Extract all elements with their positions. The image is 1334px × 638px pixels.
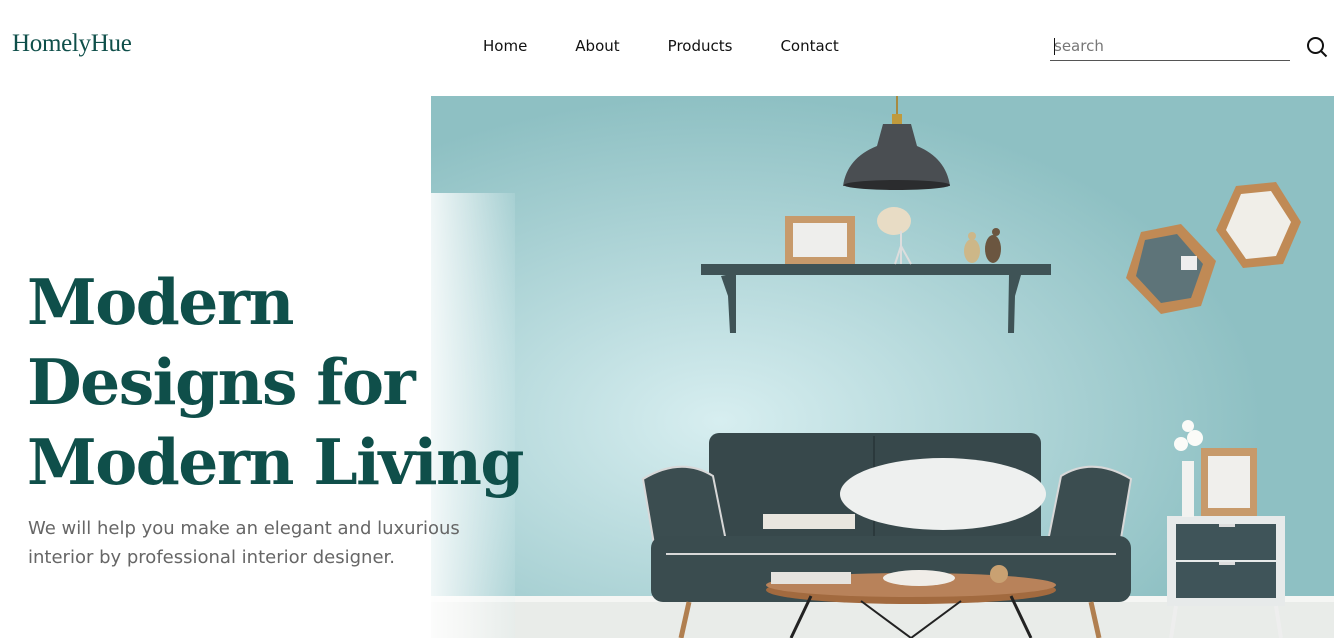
main-nav: Home About Products Contact [483, 37, 887, 55]
search-icon[interactable] [1306, 36, 1328, 58]
nav-contact[interactable]: Contact [780, 37, 838, 55]
headline-line-3: Modern Living [27, 425, 524, 499]
headline-line-1: Modern [27, 265, 294, 339]
headline-line-2: Designs for [27, 345, 416, 419]
hero-headline: Modern Designs for Modern Living [27, 262, 524, 502]
text-caret [1054, 38, 1055, 55]
brand-logo[interactable]: HomelyHue [12, 30, 132, 58]
hero-subtext: We will help you make an elegant and lux… [28, 514, 498, 572]
nav-about[interactable]: About [575, 37, 619, 55]
search-input[interactable] [1050, 32, 1290, 60]
nav-home[interactable]: Home [483, 37, 527, 55]
subtext-line-2: interior by professional interior design… [28, 547, 395, 568]
nav-products[interactable]: Products [668, 37, 733, 55]
search-field [1050, 32, 1290, 61]
subtext-line-1: We will help you make an elegant and lux… [28, 518, 460, 539]
hero-image [431, 96, 1334, 638]
